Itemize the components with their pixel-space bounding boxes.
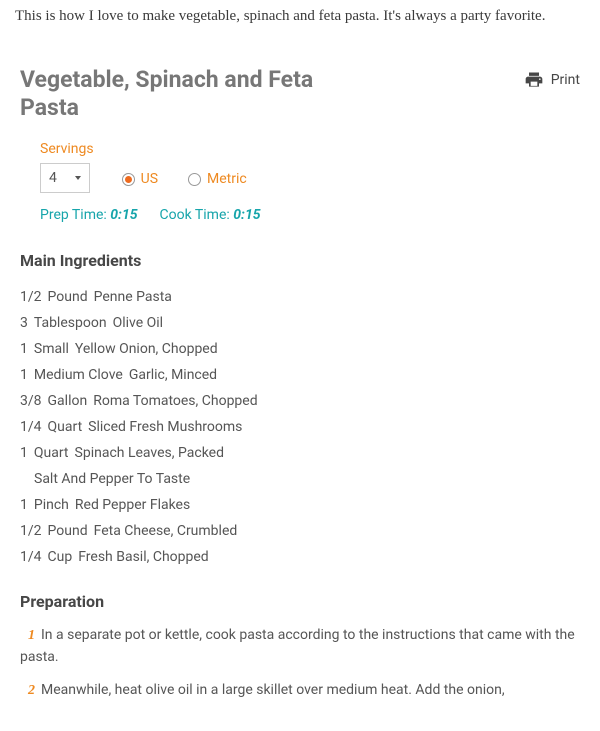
recipe-header: Vegetable, Spinach and Feta Pasta Print bbox=[20, 66, 580, 124]
ingredient-qty: 1 bbox=[20, 497, 28, 513]
radio-icon bbox=[188, 173, 201, 186]
cook-time-value: 0:15 bbox=[233, 207, 260, 223]
ingredient-item: Feta Cheese, Crumbled bbox=[94, 523, 238, 539]
ingredient-unit: Quart bbox=[34, 445, 69, 461]
ingredient-unit: Pound bbox=[48, 523, 88, 539]
unit-us-option[interactable]: US bbox=[122, 171, 158, 187]
ingredient-row: 1/2 Pound Penne Pasta bbox=[20, 284, 580, 310]
ingredient-unit: Pound bbox=[48, 289, 88, 305]
step: 2 Meanwhile, heat olive oil in a large sk… bbox=[20, 680, 580, 702]
step-text: In a separate pot or kettle, cook pasta … bbox=[20, 627, 575, 665]
ingredient-qty: 1/2 bbox=[20, 523, 42, 539]
ingredient-row: 3 Tablespoon Olive Oil bbox=[20, 310, 580, 336]
ingredient-qty: 1 bbox=[20, 445, 28, 461]
ingredient-row: 1/2 Pound Feta Cheese, Crumbled bbox=[20, 518, 580, 544]
ingredient-unit: Pinch bbox=[34, 497, 69, 513]
ingredient-unit: Medium Clove bbox=[34, 367, 123, 383]
ingredient-row: 1/4 Quart Sliced Fresh Mushrooms bbox=[20, 414, 580, 440]
ingredient-unit: Small bbox=[34, 341, 69, 357]
print-label: Print bbox=[551, 72, 580, 88]
ingredient-item: Garlic, Minced bbox=[129, 367, 217, 383]
ingredient-row: 1 Quart Spinach Leaves, Packed bbox=[20, 440, 580, 466]
ingredient-item: Olive Oil bbox=[113, 315, 163, 331]
prep-time-value: 0:15 bbox=[110, 207, 137, 223]
intro-text: This is how I love to make vegetable, sp… bbox=[0, 0, 600, 48]
servings-value: 4 bbox=[49, 170, 57, 186]
unit-metric-label: Metric bbox=[207, 171, 247, 187]
prep-time-label: Prep Time: bbox=[40, 207, 107, 223]
radio-icon bbox=[122, 173, 135, 186]
preparation-heading: Preparation bbox=[20, 592, 580, 611]
ingredient-row: 1/4 Cup Fresh Basil, Chopped bbox=[20, 544, 580, 570]
ingredient-row: 1 Small Yellow Onion, Chopped bbox=[20, 336, 580, 362]
unit-toggle: US Metric bbox=[122, 171, 247, 193]
ingredient-qty: 1 bbox=[20, 341, 28, 357]
ingredient-qty: 3/8 bbox=[20, 393, 42, 409]
ingredients-list: 1/2 Pound Penne Pasta 3 Tablespoon Olive Oil 1… bbox=[20, 284, 580, 570]
ingredient-qty: 1/4 bbox=[20, 419, 42, 435]
ingredient-qty: 1 bbox=[20, 367, 28, 383]
ingredient-row: 1 Medium Clove Garlic, Minced bbox=[20, 362, 580, 388]
ingredient-row: 1 Pinch Red Pepper Flakes bbox=[20, 492, 580, 518]
step-number: 2 bbox=[28, 683, 35, 698]
step: 1In a separate pot or kettle, cook pasta… bbox=[20, 625, 580, 668]
controls-row: Servings 4 US Metric bbox=[40, 141, 580, 193]
ingredient-row: Salt And Pepper To Taste bbox=[20, 466, 580, 492]
recipe-card: Vegetable, Spinach and Feta Pasta Print … bbox=[0, 48, 600, 725]
print-icon bbox=[523, 70, 545, 90]
ingredient-unit: Gallon bbox=[48, 393, 88, 409]
unit-metric-option[interactable]: Metric bbox=[188, 171, 247, 187]
steps-list: 1In a separate pot or kettle, cook pasta… bbox=[20, 625, 580, 702]
ingredient-qty: 1/2 bbox=[20, 289, 42, 305]
ingredients-heading: Main Ingredients bbox=[20, 251, 580, 270]
cook-time: Cook Time: 0:15 bbox=[160, 207, 261, 223]
servings-select[interactable]: 4 bbox=[40, 163, 90, 193]
recipe-title: Vegetable, Spinach and Feta Pasta bbox=[20, 66, 350, 124]
print-button[interactable]: Print bbox=[523, 70, 580, 90]
ingredient-qty: 1/4 bbox=[20, 549, 42, 565]
unit-us-label: US bbox=[141, 171, 158, 187]
ingredient-unit: Quart bbox=[48, 419, 83, 435]
ingredient-item: Sliced Fresh Mushrooms bbox=[88, 419, 242, 435]
ingredient-item: Salt And Pepper To Taste bbox=[34, 471, 190, 487]
ingredient-item: Red Pepper Flakes bbox=[75, 497, 190, 513]
step-number: 1 bbox=[28, 628, 35, 643]
ingredient-unit: Cup bbox=[48, 549, 73, 565]
ingredient-qty: 3 bbox=[20, 315, 28, 331]
ingredient-item: Fresh Basil, Chopped bbox=[78, 549, 208, 565]
cook-time-label: Cook Time: bbox=[160, 207, 230, 223]
prep-time: Prep Time: 0:15 bbox=[40, 207, 138, 223]
ingredient-row: 3/8 Gallon Roma Tomatoes, Chopped bbox=[20, 388, 580, 414]
ingredient-item: Penne Pasta bbox=[94, 289, 172, 305]
step-text: Meanwhile, heat olive oil in a large ski… bbox=[41, 682, 505, 698]
ingredient-item: Yellow Onion, Chopped bbox=[75, 341, 218, 357]
ingredient-item: Roma Tomatoes, Chopped bbox=[93, 393, 257, 409]
servings-label: Servings bbox=[40, 141, 94, 157]
ingredient-item: Spinach Leaves, Packed bbox=[75, 445, 224, 461]
ingredient-unit: Tablespoon bbox=[34, 315, 107, 331]
times-row: Prep Time: 0:15 Cook Time: 0:15 bbox=[40, 207, 580, 223]
servings-block: Servings 4 bbox=[40, 141, 94, 193]
